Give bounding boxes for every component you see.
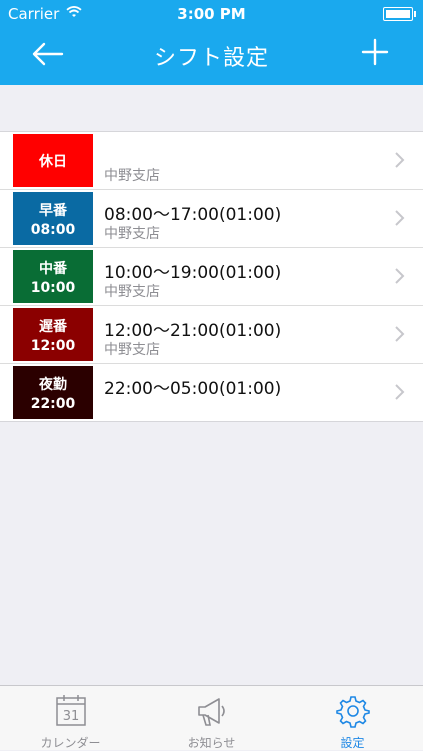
shift-time: 10:00〜19:00(01:00)	[104, 263, 282, 283]
add-plus-icon[interactable]	[361, 38, 389, 66]
shift-row-late[interactable]: 遅番 12:00 12:00〜21:00(01:00) 中野支店	[0, 306, 423, 364]
shift-badge: 早番 08:00	[13, 192, 93, 245]
shift-row-night[interactable]: 夜勤 22:00 22:00〜05:00(01:00)	[0, 364, 423, 421]
shift-row-holiday[interactable]: 休日 中野支店	[0, 132, 423, 190]
calendar-day-number: 31	[62, 709, 79, 724]
status-time: 3:00 PM	[177, 5, 246, 23]
shift-badge: 遅番 12:00	[13, 308, 93, 361]
shift-list: 休日 中野支店 早番 08:00 08:00〜17:00(01:00) 中野支店…	[0, 131, 423, 422]
tab-news[interactable]: お知らせ	[141, 686, 282, 750]
shift-badge-label: 夜勤	[39, 377, 67, 393]
tab-bar: 31 カレンダー お知らせ 設定	[0, 685, 423, 750]
shift-badge-label: 遅番	[39, 319, 67, 335]
shift-badge-start: 12:00	[30, 338, 76, 354]
tab-settings[interactable]: 設定	[282, 686, 423, 750]
tab-settings-label: 設定	[340, 736, 365, 750]
tab-news-label: お知らせ	[187, 736, 236, 750]
chevron-right-icon	[395, 268, 405, 284]
shift-time: 12:00〜21:00(01:00)	[104, 321, 282, 341]
shift-badge-start: 08:00	[30, 222, 76, 238]
shift-time: 08:00〜17:00(01:00)	[104, 205, 282, 225]
shift-badge-label: 早番	[39, 203, 67, 219]
shift-badge: 休日	[13, 134, 93, 187]
calendar-icon: 31	[54, 694, 88, 728]
shift-row-early[interactable]: 早番 08:00 08:00〜17:00(01:00) 中野支店	[0, 190, 423, 248]
status-bar: Carrier 3:00 PM	[0, 0, 423, 28]
shift-place: 中野支店	[104, 168, 160, 184]
shift-time: 22:00〜05:00(01:00)	[104, 379, 282, 399]
shift-badge: 中番 10:00	[13, 250, 93, 303]
shift-place: 中野支店	[104, 342, 160, 358]
shift-badge: 夜勤 22:00	[13, 366, 93, 419]
shift-badge-start: 22:00	[30, 396, 76, 412]
shift-place: 中野支店	[104, 226, 160, 242]
shift-badge-start: 10:00	[30, 280, 76, 296]
gear-icon	[335, 694, 370, 728]
chevron-right-icon	[395, 326, 405, 342]
battery-icon	[383, 7, 416, 21]
shift-badge-label: 休日	[39, 154, 67, 170]
chevron-right-icon	[395, 384, 405, 400]
shift-row-middle[interactable]: 中番 10:00 10:00〜19:00(01:00) 中野支店	[0, 248, 423, 306]
app-header: Carrier 3:00 PM シフト設定	[0, 0, 423, 85]
shift-place: 中野支店	[104, 284, 160, 300]
chevron-right-icon	[395, 210, 405, 226]
shift-badge-label: 中番	[39, 261, 67, 277]
page-title: シフト設定	[153, 46, 269, 71]
navigation-bar: シフト設定	[0, 28, 423, 85]
tab-calendar-label: カレンダー	[40, 736, 101, 750]
megaphone-icon	[195, 694, 229, 728]
chevron-right-icon	[395, 152, 405, 168]
tab-calendar[interactable]: 31 カレンダー	[0, 686, 141, 750]
